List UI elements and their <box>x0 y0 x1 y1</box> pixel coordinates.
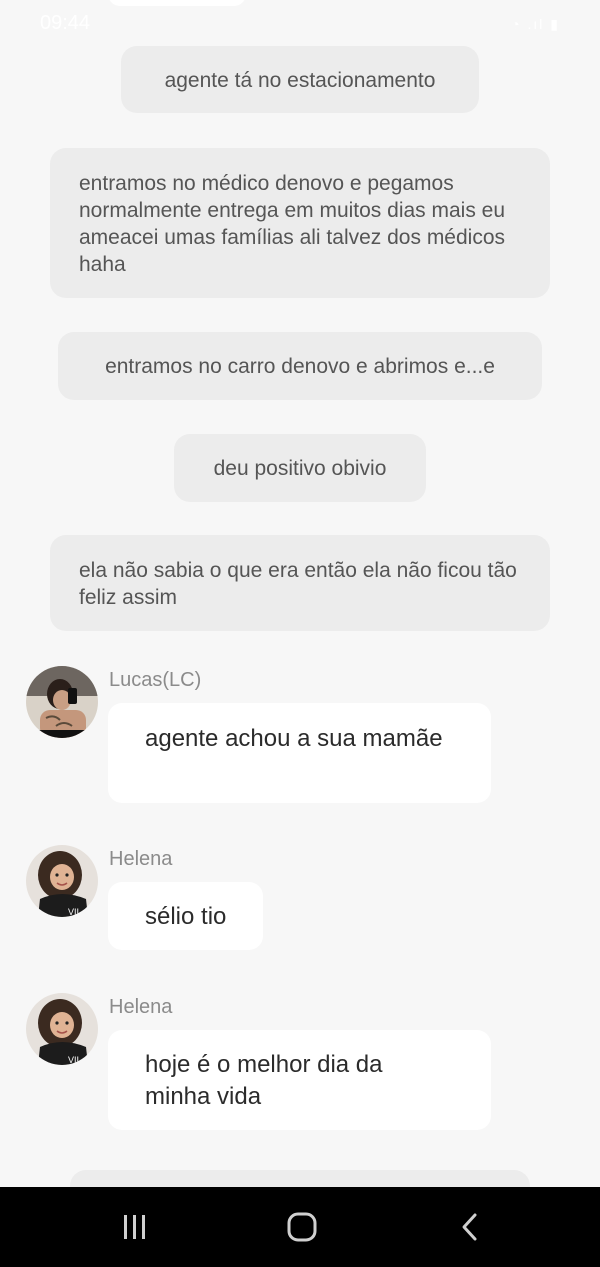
narration-card[interactable]: entramos no médico denovo e pegamos norm… <box>50 148 550 298</box>
avatar[interactable] <box>26 666 98 738</box>
status-time: 09:44 <box>40 12 91 34</box>
avatar[interactable]: VII <box>26 993 98 1065</box>
back-icon <box>462 1213 477 1241</box>
status-icons: ◔ .ıl ▮ <box>511 16 560 32</box>
back-button[interactable] <box>430 1187 510 1267</box>
home-button[interactable] <box>262 1187 342 1267</box>
message-card-partial <box>108 0 246 6</box>
status-bar: 09:44 ◔ .ıl ▮ <box>0 0 600 48</box>
avatar-photo: VII <box>26 845 98 917</box>
sender-name: Helena <box>109 848 173 870</box>
sender-name: Helena <box>109 996 173 1018</box>
narration-text: entramos no médico denovo e pegamos norm… <box>79 172 506 276</box>
sender-name: Lucas(LC) <box>109 669 202 691</box>
narration-text: agente tá no estacionamento <box>164 69 436 92</box>
message-text: sélio tio <box>145 903 227 930</box>
message-bubble[interactable]: agente achou a sua mamãe <box>108 703 491 803</box>
message-bubble[interactable]: sélio tio <box>108 882 263 950</box>
navigation-bar <box>0 1187 600 1267</box>
message-text: agente achou a sua mamãe <box>145 725 443 752</box>
recent-apps-icon <box>124 1215 145 1239</box>
svg-text:VII: VII <box>68 907 79 917</box>
avatar-photo: VII <box>26 993 98 1065</box>
avatar[interactable]: VII <box>26 845 98 917</box>
narration-text: ela não sabia o que era então ela não fi… <box>79 559 517 609</box>
svg-text:VII: VII <box>68 1055 79 1065</box>
narration-card[interactable]: ela não sabia o que era então ela não fi… <box>50 535 550 631</box>
recent-apps-button[interactable] <box>95 1187 175 1267</box>
avatar-photo <box>26 666 98 738</box>
narration-card[interactable]: entramos no carro denovo e abrimos e...e <box>58 332 542 400</box>
narration-card[interactable]: deu positivo obivio <box>174 434 426 502</box>
narration-text: entramos no carro denovo e abrimos e...e <box>105 355 495 378</box>
message-bubble[interactable]: hoje é o melhor dia da minha vida <box>108 1030 491 1130</box>
message-text: hoje é o melhor dia da minha vida <box>145 1051 383 1110</box>
narration-text: deu positivo obivio <box>213 457 387 480</box>
home-icon <box>287 1212 317 1242</box>
narration-card[interactable]: agente tá no estacionamento <box>121 46 479 113</box>
